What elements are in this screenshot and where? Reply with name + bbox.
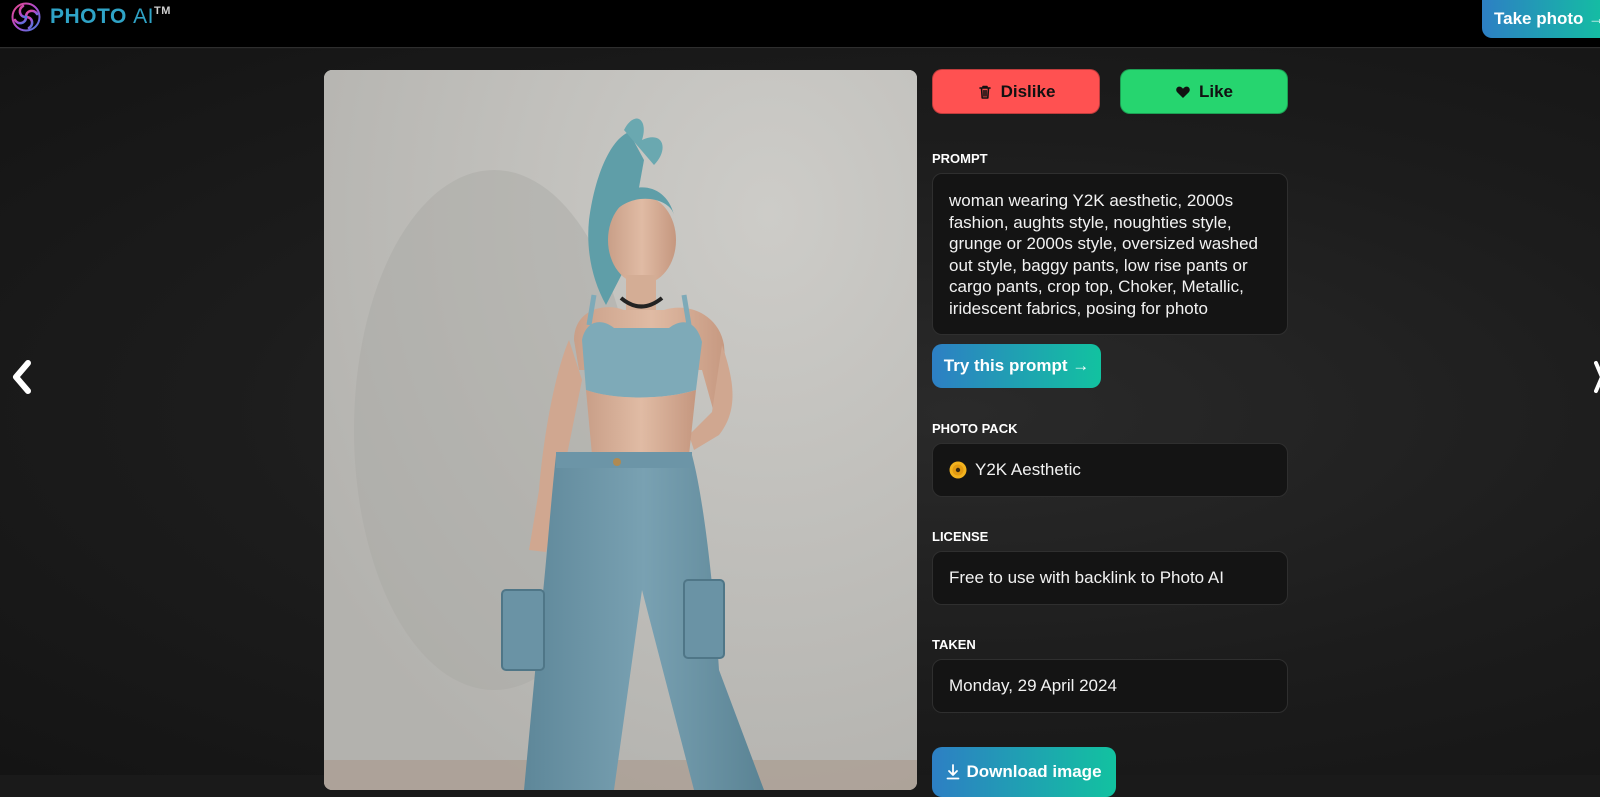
photo-pack-name: Y2K Aesthetic [975, 460, 1081, 480]
photo-pack-link[interactable]: Y2K Aesthetic [932, 443, 1288, 497]
download-icon [947, 764, 960, 780]
photo-pack-label: PHOTO PACK [932, 421, 1018, 436]
details-panel: Dislike Like PROMPT woman wearing Y2K ae… [932, 69, 1288, 797]
heart-icon [1176, 86, 1190, 98]
like-button[interactable]: Like [1120, 69, 1288, 114]
next-arrow-icon[interactable] [1594, 357, 1600, 397]
logo-text: PHOTO AITM [50, 5, 171, 28]
dislike-label: Dislike [1000, 81, 1056, 101]
download-label: Download image [966, 762, 1102, 781]
take-photo-button[interactable]: Take photo → [1482, 0, 1600, 38]
logo-swirl-icon [11, 2, 41, 32]
dislike-button[interactable]: Dislike [932, 69, 1100, 114]
taken-label: TAKEN [932, 637, 976, 652]
trash-icon [978, 85, 991, 99]
disc-icon [949, 461, 967, 479]
license-value: Free to use with backlink to Photo AI [932, 551, 1288, 605]
top-bar: PHOTO AITM Take photo → [0, 0, 1600, 48]
photo-illustration [324, 70, 917, 790]
prompt-text: woman wearing Y2K aesthetic, 2000s fashi… [932, 173, 1288, 335]
like-label: Like [1198, 81, 1234, 101]
taken-value: Monday, 29 April 2024 [932, 659, 1288, 713]
license-text: Free to use with backlink to Photo AI [949, 568, 1224, 588]
try-this-prompt-button[interactable]: Try this prompt → [932, 344, 1101, 388]
taken-date: Monday, 29 April 2024 [949, 676, 1117, 696]
logo[interactable]: PHOTO AITM [10, 0, 171, 34]
main-area: Dislike Like PROMPT woman wearing Y2K ae… [0, 49, 1600, 797]
download-image-button[interactable]: Download image [932, 747, 1116, 797]
reaction-buttons: Dislike Like [932, 69, 1288, 114]
license-label: LICENSE [932, 529, 989, 544]
previous-arrow-icon[interactable] [8, 357, 36, 397]
prompt-label: PROMPT [932, 151, 988, 166]
generated-photo[interactable] [324, 70, 917, 790]
